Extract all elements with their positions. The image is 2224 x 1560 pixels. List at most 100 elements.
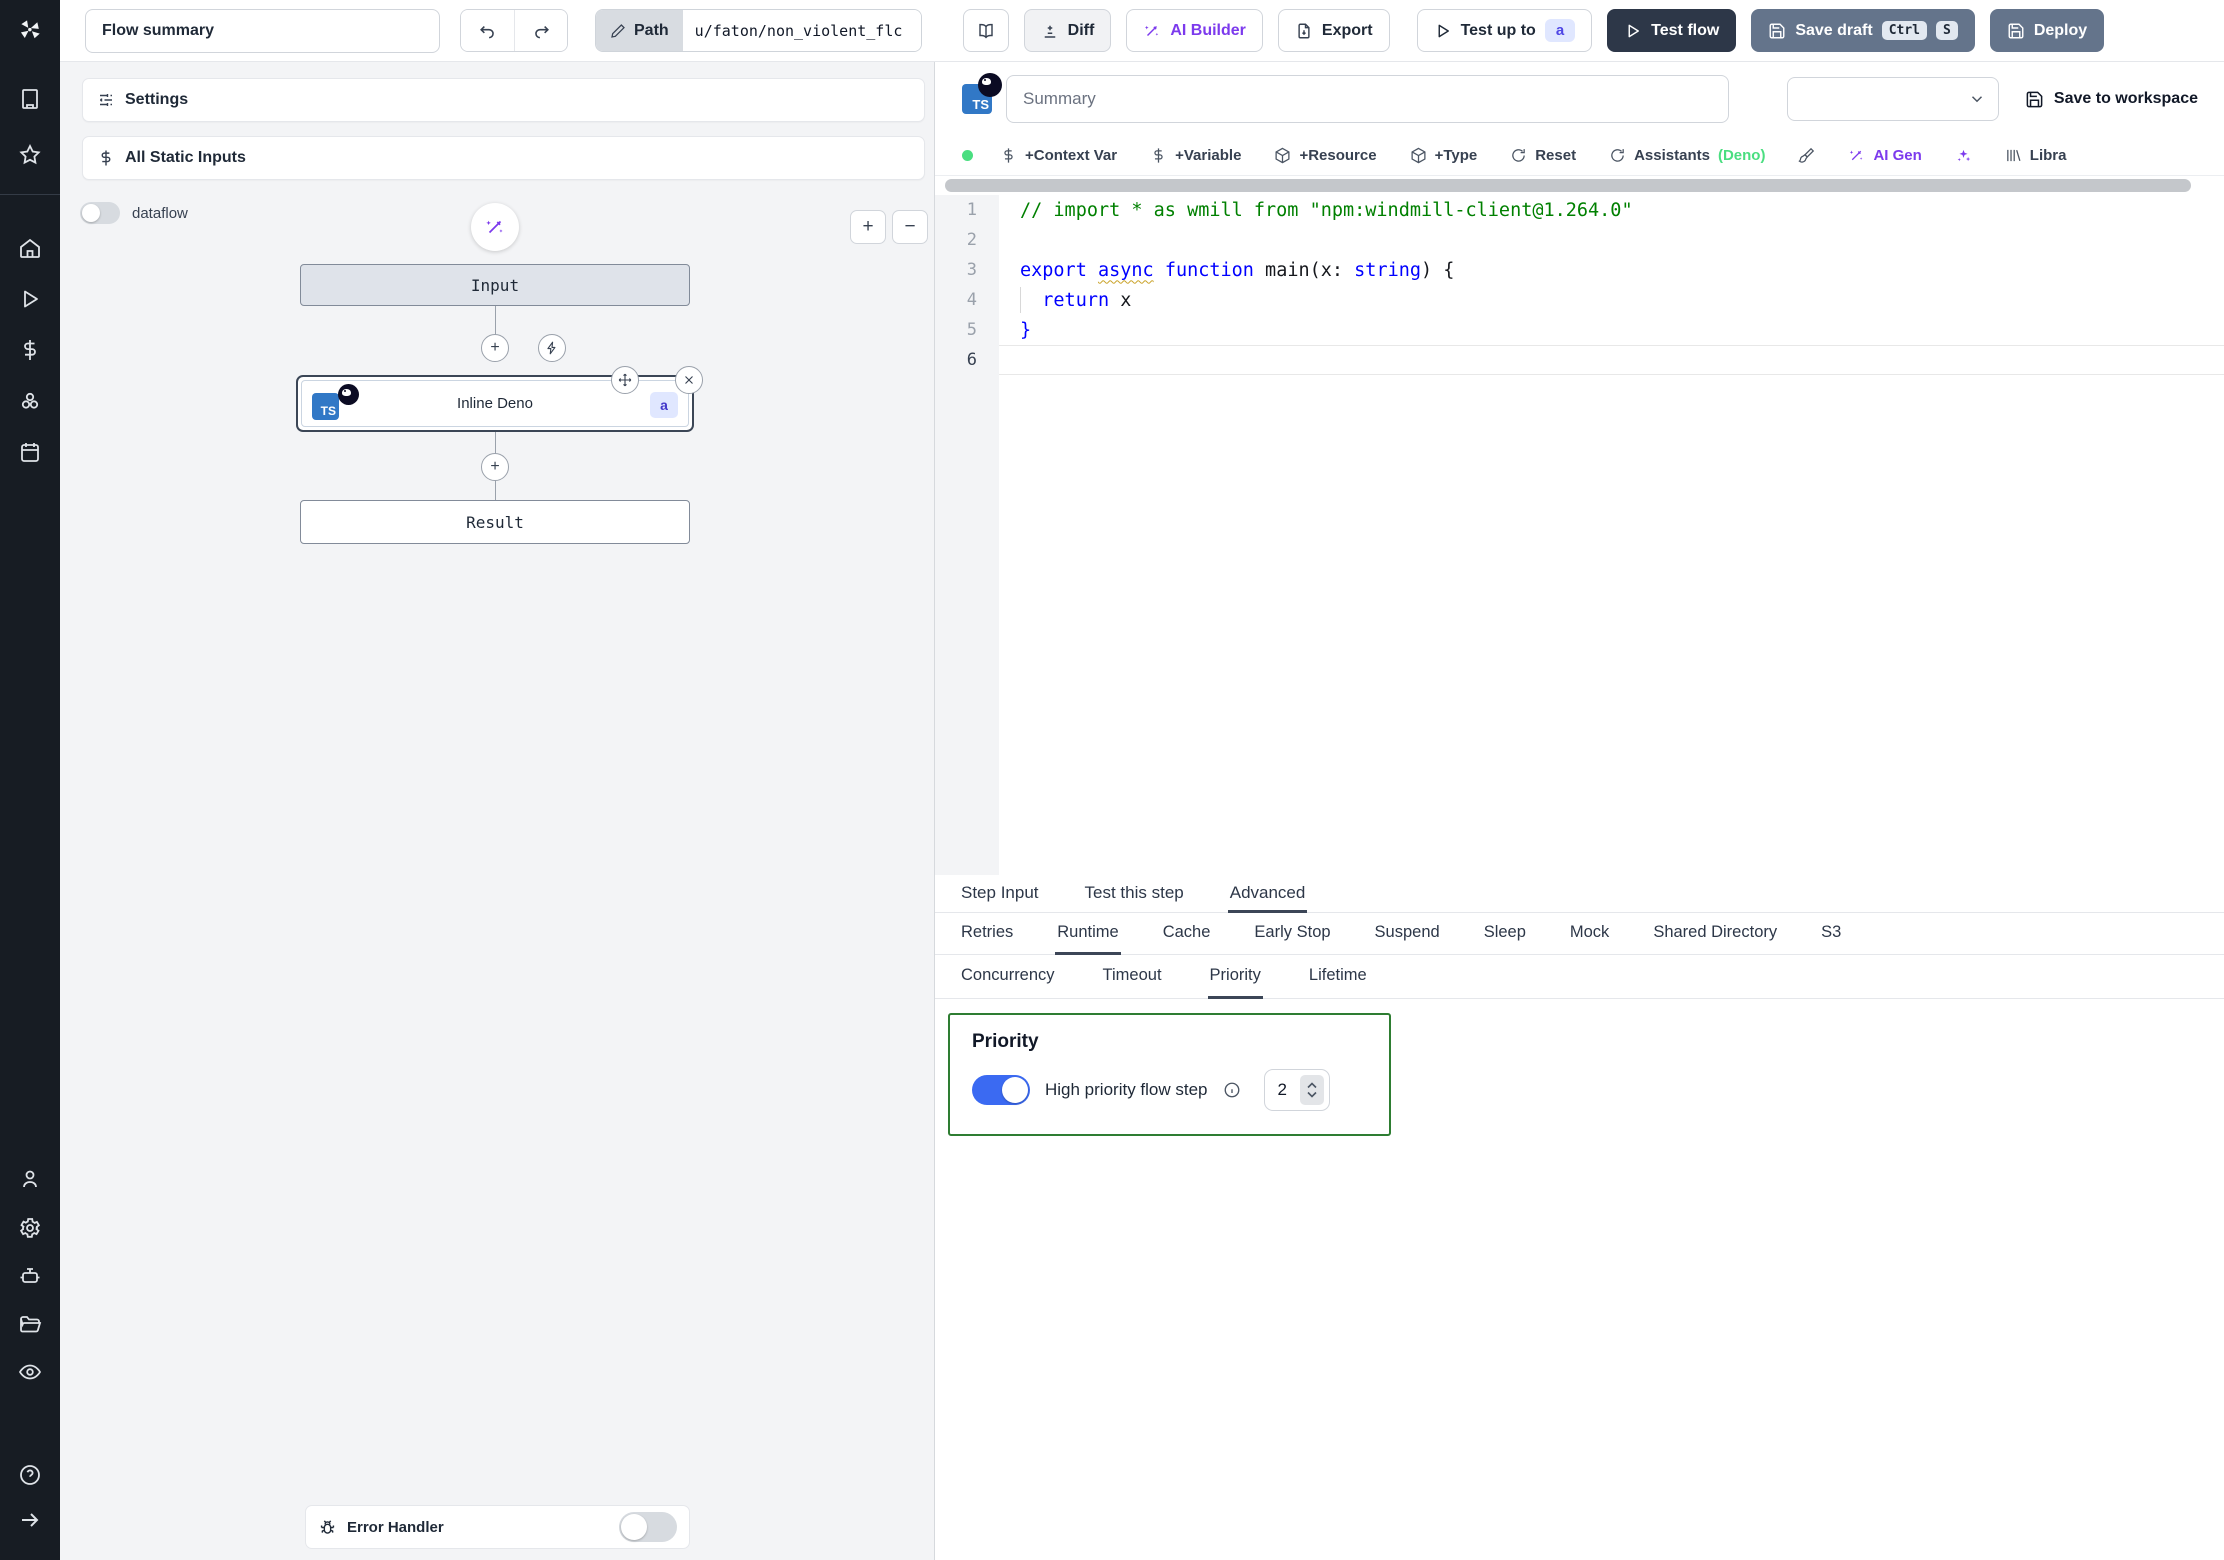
format-brush-button[interactable] [1798, 147, 1815, 164]
ai-gen-label: AI Gen [1873, 147, 1921, 164]
code-line[interactable]: 6 [935, 345, 2224, 375]
help-icon[interactable] [18, 1463, 42, 1487]
dataflow-toggle[interactable] [80, 202, 120, 224]
sparkles-button[interactable] [1955, 147, 1972, 164]
zoom-out-button[interactable]: − [892, 210, 928, 244]
redo-button[interactable] [514, 10, 567, 51]
play-icon [1434, 22, 1452, 40]
favorites-star-icon[interactable] [18, 143, 42, 167]
tab-sleep[interactable]: Sleep [1482, 913, 1528, 955]
add-step-button-top[interactable]: + [481, 334, 509, 362]
move-step-button[interactable] [611, 366, 639, 394]
info-icon [1223, 1081, 1241, 1099]
add-context-var-button[interactable]: +Context Var [1000, 147, 1117, 164]
horizontal-scrollbar[interactable] [945, 179, 2191, 192]
trigger-bolt-button[interactable] [538, 334, 566, 362]
line-number: 3 [935, 260, 999, 280]
audit-eye-icon[interactable] [18, 1360, 42, 1384]
export-button[interactable]: Export [1278, 9, 1390, 52]
home-icon[interactable] [18, 236, 42, 260]
tab-step-input[interactable]: Step Input [959, 875, 1041, 913]
result-node[interactable]: Result [300, 500, 690, 544]
windmill-logo-icon[interactable] [14, 14, 46, 46]
tab-early-stop[interactable]: Early Stop [1252, 913, 1332, 955]
test-flow-button[interactable]: Test flow [1607, 9, 1736, 52]
diff-button[interactable]: Diff [1024, 9, 1112, 52]
resources-icon[interactable] [18, 389, 42, 413]
code-line[interactable]: 5} [935, 315, 2224, 345]
flow-summary-input[interactable] [85, 9, 440, 53]
users-icon[interactable] [18, 1167, 42, 1191]
tab-runtime[interactable]: Runtime [1055, 913, 1120, 955]
advanced-tabs: Retries Runtime Cache Early Stop Suspend Slee… [935, 913, 2224, 955]
sidebar-divider [0, 194, 60, 195]
ai-gen-button[interactable]: AI Gen [1848, 147, 1921, 164]
schedules-calendar-icon[interactable] [18, 440, 42, 464]
path-input[interactable] [683, 10, 921, 51]
priority-number-input[interactable]: 2 [1264, 1069, 1330, 1111]
workspace-building-icon[interactable] [18, 87, 42, 111]
save-draft-button[interactable]: Save draft Ctrl S [1751, 9, 1975, 52]
code-line[interactable]: 3export async function main(x: string) { [935, 255, 2224, 285]
tab-shared-directory[interactable]: Shared Directory [1651, 913, 1779, 955]
code-line[interactable]: 4 return x [935, 285, 2224, 315]
delete-step-button[interactable] [675, 366, 703, 394]
workspace-script-select[interactable] [1787, 77, 1999, 121]
undo-button[interactable] [461, 10, 514, 51]
error-handler-card[interactable]: Error Handler [305, 1505, 690, 1549]
plus-minus-icon [1041, 22, 1059, 40]
ai-builder-button[interactable]: AI Builder [1126, 9, 1263, 52]
error-handler-label: Error Handler [347, 1519, 609, 1536]
refresh-icon [1510, 147, 1527, 164]
input-node[interactable]: Input [300, 264, 690, 306]
code-line[interactable]: 2 [935, 225, 2224, 255]
kbd-s: S [1936, 21, 1958, 40]
step-summary-input[interactable] [1006, 75, 1729, 123]
chevron-down-icon [1968, 90, 1986, 108]
tab-priority[interactable]: Priority [1208, 955, 1263, 999]
expand-arrow-icon[interactable] [18, 1508, 42, 1532]
variables-dollar-icon[interactable] [18, 338, 42, 362]
tab-advanced[interactable]: Advanced [1228, 875, 1308, 913]
tab-cache[interactable]: Cache [1161, 913, 1213, 955]
reset-button[interactable]: Reset [1510, 147, 1576, 164]
stepper-up-icon [1306, 1081, 1318, 1090]
number-stepper[interactable] [1300, 1075, 1324, 1105]
code-editor[interactable]: 1// import * as wmill from "npm:windmill… [935, 195, 2224, 875]
add-resource-label: +Resource [1299, 147, 1376, 164]
high-priority-toggle[interactable] [972, 1075, 1030, 1105]
add-resource-button[interactable]: +Resource [1274, 147, 1376, 164]
play-icon [1624, 22, 1642, 40]
tab-timeout[interactable]: Timeout [1101, 955, 1164, 999]
zoom-in-button[interactable]: + [850, 210, 886, 244]
workers-robot-icon[interactable] [18, 1264, 42, 1288]
save-to-workspace-button[interactable]: Save to workspace [2013, 90, 2210, 109]
error-handler-toggle[interactable] [619, 1512, 677, 1542]
code-line[interactable]: 1// import * as wmill from "npm:windmill… [935, 195, 2224, 225]
tab-concurrency[interactable]: Concurrency [959, 955, 1057, 999]
tab-test-this-step[interactable]: Test this step [1083, 875, 1186, 913]
add-variable-button[interactable]: +Variable [1150, 147, 1241, 164]
tab-mock[interactable]: Mock [1568, 913, 1611, 955]
test-up-to-button[interactable]: Test up to a [1417, 9, 1593, 52]
tab-lifetime[interactable]: Lifetime [1307, 955, 1369, 999]
close-icon [682, 373, 696, 387]
path-button[interactable]: Path [596, 10, 683, 51]
library-button[interactable]: Libra [2005, 147, 2067, 164]
runs-play-icon[interactable] [18, 287, 42, 311]
add-type-button[interactable]: +Type [1410, 147, 1478, 164]
package-icon [1410, 147, 1427, 164]
ai-flow-wand-button[interactable] [471, 203, 519, 251]
flow-settings-button[interactable]: Settings [82, 78, 925, 122]
tab-suspend[interactable]: Suspend [1373, 913, 1442, 955]
deploy-button[interactable]: Deploy [1990, 9, 2104, 52]
all-static-inputs-button[interactable]: All Static Inputs [82, 136, 925, 180]
tab-retries[interactable]: Retries [959, 913, 1015, 955]
assistants-button[interactable]: Assistants (Deno) [1609, 147, 1765, 164]
tab-s3[interactable]: S3 [1819, 913, 1843, 955]
deno-logo-icon [978, 73, 1002, 97]
docs-book-button[interactable] [963, 9, 1009, 52]
add-step-button-bottom[interactable]: + [481, 453, 509, 481]
folders-icon[interactable] [18, 1312, 42, 1336]
settings-gear-icon[interactable] [18, 1216, 42, 1240]
